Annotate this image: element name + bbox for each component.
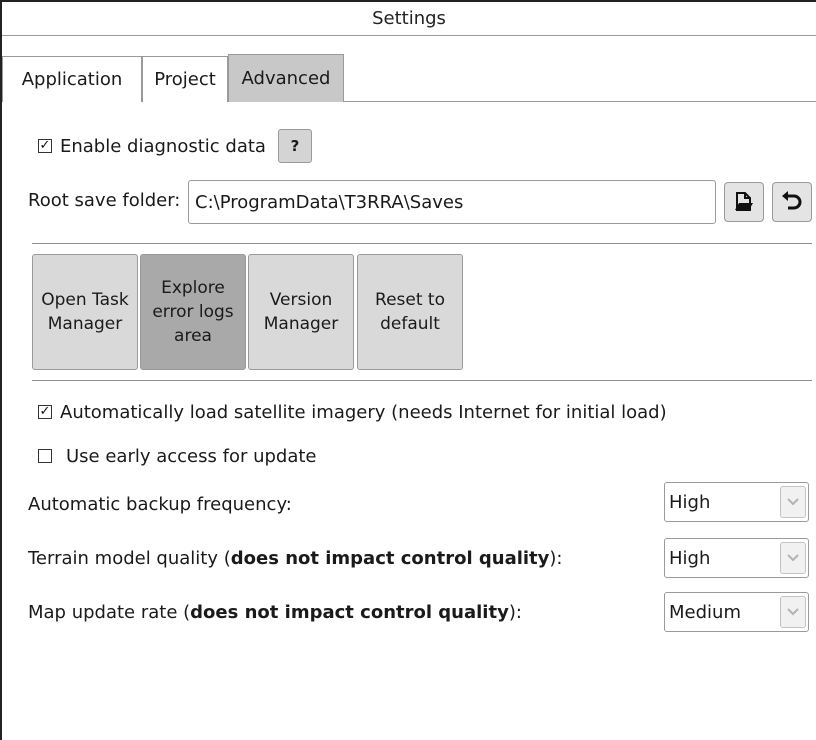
map-update-rate-select[interactable]: Medium [664,592,809,632]
backup-frequency-label: Automatic backup frequency: [28,494,292,515]
terrain-quality-label: Terrain model quality (does not impact c… [28,548,563,569]
satellite-checkbox[interactable]: ✓ [38,405,52,419]
backup-frequency-select[interactable]: High [664,482,809,522]
tab-advanced[interactable]: Advanced [228,54,344,102]
diagnostics-checkbox[interactable]: ✓ [38,139,52,153]
early-access-option-row: Use early access for update [38,442,317,470]
diagnostics-label: Enable diagnostic data [60,135,266,157]
file-open-icon [735,192,753,211]
divider [32,380,812,381]
diagnostics-row: ✓ Enable diagnostic data ? [38,128,312,164]
undo-icon [782,191,802,210]
backup-frequency-value: High [669,491,711,513]
tab-bar: Application Project Advanced [2,36,816,102]
reset-to-default-button[interactable]: Reset to default [357,254,463,370]
open-task-manager-button[interactable]: Open Task Manager [32,254,138,370]
settings-window: Settings Application Project Advanced ✓ … [0,0,816,740]
tab-project[interactable]: Project [142,56,228,102]
map-update-rate-label: Map update rate (does not impact control… [28,602,522,623]
help-button[interactable]: ? [277,129,312,163]
root-folder-label: Root save folder: [28,190,181,211]
version-manager-button[interactable]: Version Manager [248,254,354,370]
root-folder-input[interactable] [188,180,716,224]
explore-error-logs-button[interactable]: Explore error logs area [140,254,246,370]
tab-application[interactable]: Application [2,56,142,102]
terrain-quality-select[interactable]: High [664,538,809,578]
chevron-down-icon [780,596,806,628]
satellite-label: Automatically load satellite imagery (ne… [60,401,667,423]
chevron-down-icon [780,486,806,518]
terrain-quality-value: High [669,547,711,569]
browse-folder-button[interactable] [724,182,764,222]
reset-folder-button[interactable] [772,182,812,222]
early-access-checkbox[interactable] [38,449,52,463]
window-title: Settings [2,2,816,36]
chevron-down-icon [780,542,806,574]
early-access-label: Use early access for update [66,445,317,467]
satellite-option-row: ✓ Automatically load satellite imagery (… [38,398,667,426]
map-update-rate-value: Medium [669,601,741,623]
divider [32,243,812,244]
